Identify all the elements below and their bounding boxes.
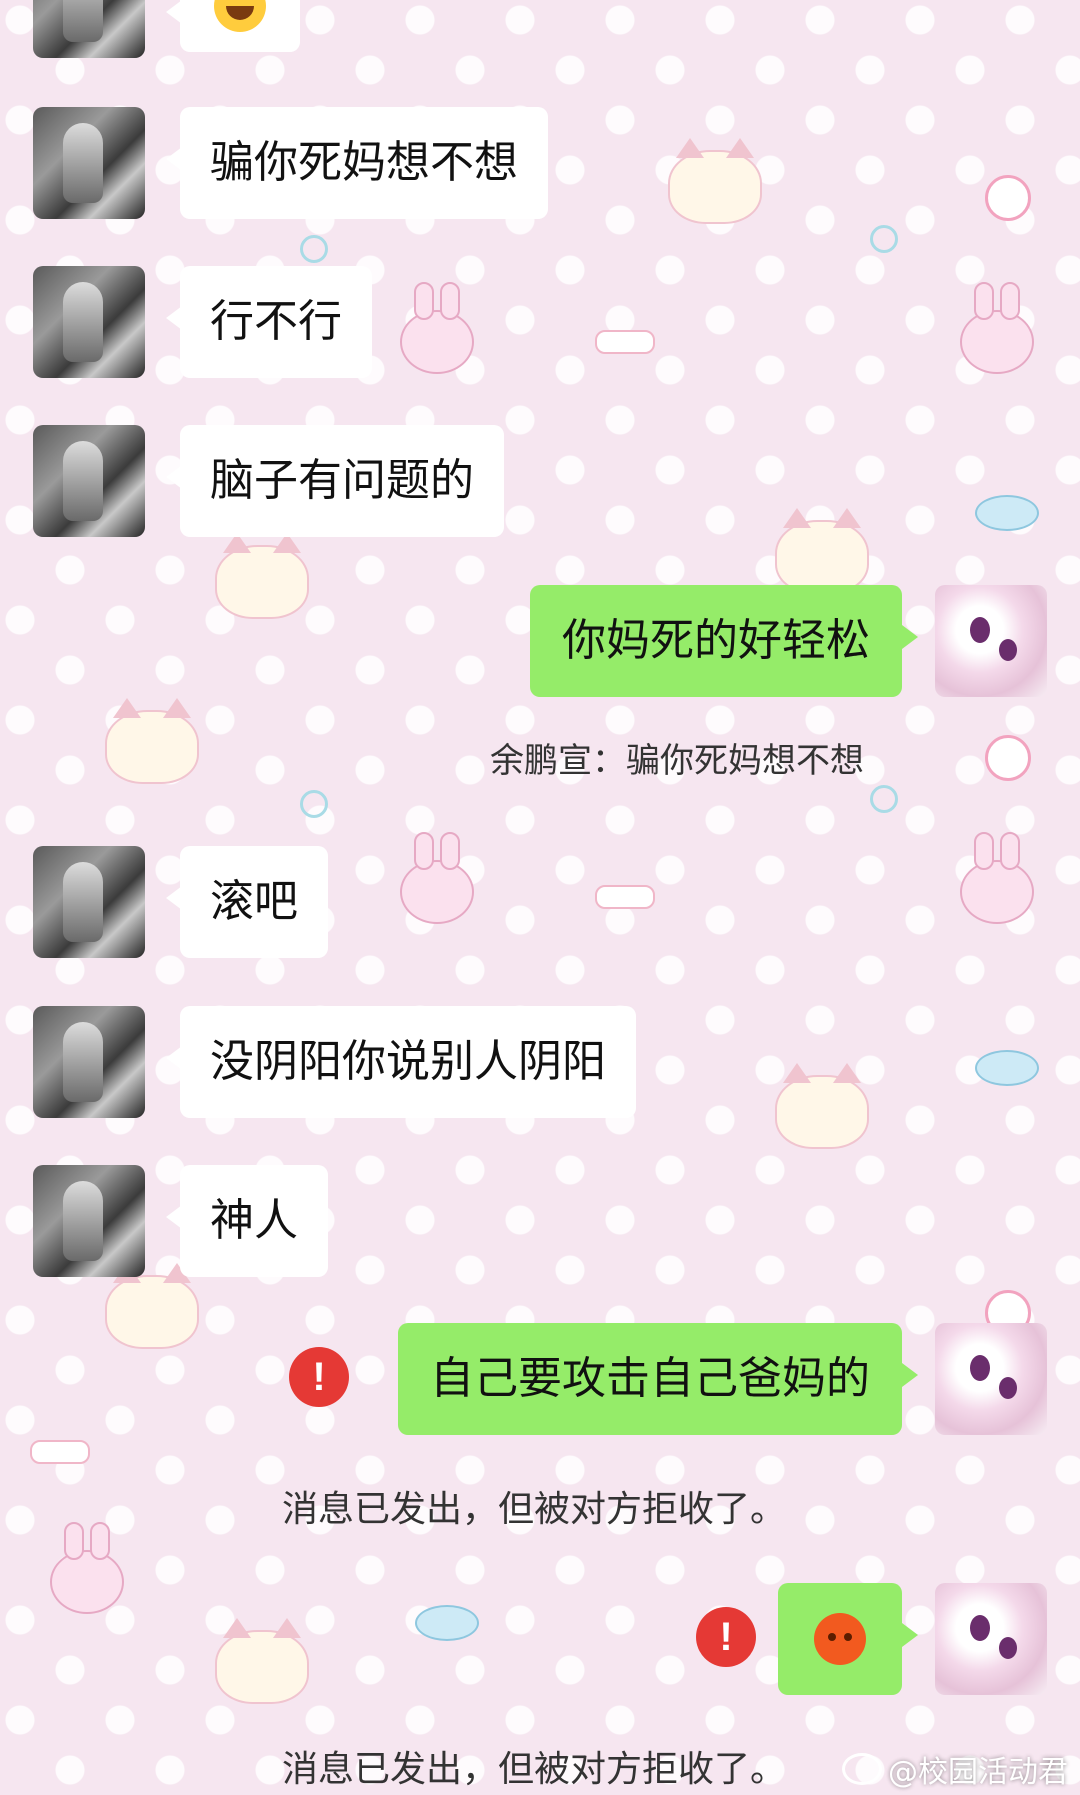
- wallpaper-fish-sticker: [415, 1605, 479, 1641]
- send-failed-icon[interactable]: !: [696, 1607, 756, 1667]
- wallpaper-cat-sticker: [105, 698, 199, 784]
- my-avatar[interactable]: [935, 585, 1047, 697]
- message-bubble-incoming[interactable]: [166, 0, 300, 52]
- message-bubble-incoming[interactable]: 脑子有问题的: [166, 425, 504, 537]
- quoted-message[interactable]: 余鹏宣：骗你死妈想不想: [490, 733, 864, 782]
- contact-avatar[interactable]: [33, 0, 145, 58]
- contact-avatar[interactable]: [33, 1165, 145, 1277]
- wallpaper-cat-sticker: [775, 508, 869, 594]
- message-bubble-incoming[interactable]: 骗你死妈想不想: [166, 107, 548, 219]
- message-bubble-incoming[interactable]: 没阴阳你说别人阴阳: [166, 1006, 636, 1118]
- wallpaper-bone-sticker: [595, 885, 655, 909]
- weibo-watermark: @校园活动君: [842, 1747, 1068, 1791]
- wallpaper-ring-sticker: [300, 235, 328, 263]
- message-bubble-outgoing-rejected[interactable]: [778, 1583, 918, 1695]
- quote-separator: ：: [592, 741, 626, 781]
- weibo-logo-icon: [842, 1753, 882, 1785]
- wallpaper-cat-sticker: [775, 1063, 869, 1149]
- wallpaper-fish-sticker: [975, 495, 1039, 531]
- watermark-text: @校园活动君: [888, 1755, 1068, 1790]
- wallpaper-bunny-sticker: [960, 282, 1034, 374]
- wallpaper-cat-sticker: [215, 1618, 309, 1704]
- wallpaper-bunny-sticker: [400, 832, 474, 924]
- wallpaper-bunny-sticker: [960, 832, 1034, 924]
- wallpaper-flower-sticker: [985, 735, 1031, 781]
- wallpaper-bunny-sticker: [400, 282, 474, 374]
- wallpaper-ring-sticker: [870, 225, 898, 253]
- quote-sender: 余鹏宣: [490, 741, 592, 781]
- my-avatar[interactable]: [935, 1583, 1047, 1695]
- rejected-notice: 消息已发出，但被对方拒收了。: [282, 1749, 787, 1790]
- wallpaper-cat-sticker: [105, 1263, 199, 1349]
- send-failed-icon[interactable]: !: [289, 1347, 349, 1407]
- wallpaper-cat-sticker: [215, 533, 309, 619]
- wallpaper-ring-sticker: [300, 790, 328, 818]
- wallpaper-fish-sticker: [975, 1050, 1039, 1086]
- wallpaper-cat-sticker: [668, 138, 762, 224]
- contact-avatar[interactable]: [33, 107, 145, 219]
- wallpaper-bunny-sticker: [50, 1522, 124, 1614]
- my-avatar[interactable]: [935, 1323, 1047, 1435]
- message-bubble-incoming[interactable]: 行不行: [166, 266, 372, 378]
- contact-avatar[interactable]: [33, 1006, 145, 1118]
- contact-avatar[interactable]: [33, 846, 145, 958]
- message-bubble-incoming[interactable]: 神人: [166, 1165, 328, 1277]
- angry-sweat-face-emoji-icon: [814, 1613, 866, 1665]
- message-bubble-outgoing-rejected[interactable]: 自己要攻击自己爸妈的: [398, 1323, 918, 1435]
- rejected-notice: 消息已发出，但被对方拒收了。: [282, 1489, 787, 1530]
- contact-avatar[interactable]: [33, 266, 145, 378]
- wallpaper-bone-sticker: [30, 1440, 90, 1464]
- message-bubble-incoming[interactable]: 滚吧: [166, 846, 328, 958]
- contact-avatar[interactable]: [33, 425, 145, 537]
- laughing-tears-emoji-icon: [214, 0, 266, 32]
- wallpaper-ring-sticker: [870, 785, 898, 813]
- wallpaper-flower-sticker: [985, 175, 1031, 221]
- wallpaper-bone-sticker: [595, 330, 655, 354]
- quote-text: 骗你死妈想不想: [626, 741, 864, 781]
- message-bubble-outgoing[interactable]: 你妈死的好轻松: [530, 585, 918, 697]
